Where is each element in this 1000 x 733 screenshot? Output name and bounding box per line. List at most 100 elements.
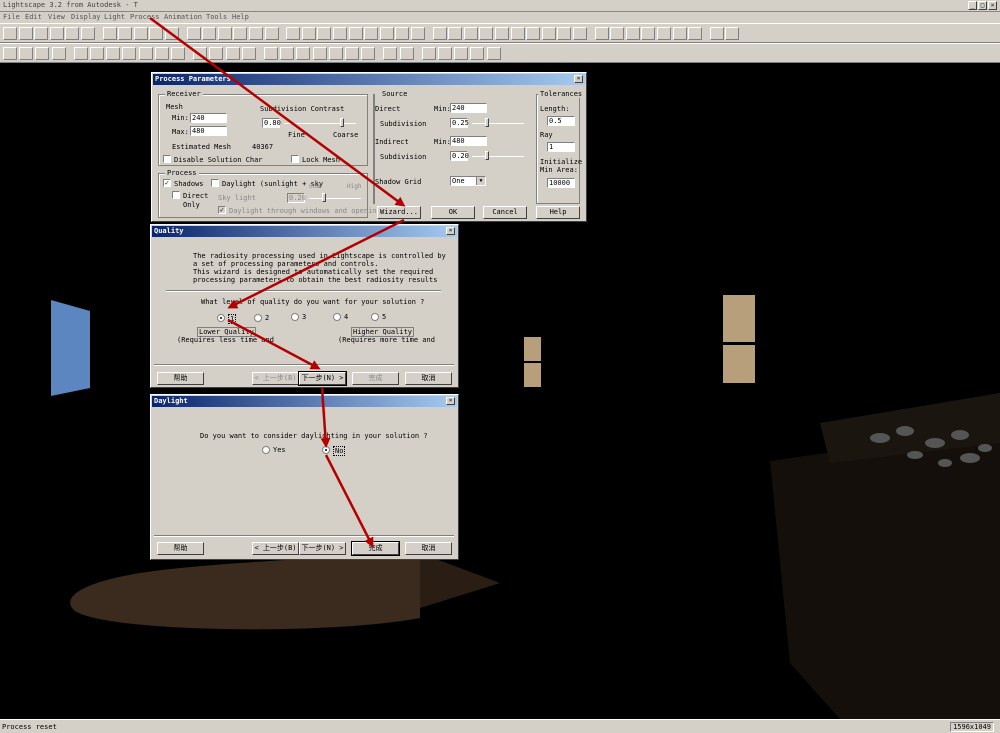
daylight-yes-radio[interactable] [262,446,270,454]
daylight-help-button[interactable]: 帮助 [157,542,204,555]
c7-icon[interactable] [249,27,263,40]
daylight-finish-button[interactable]: 完成 [351,541,400,556]
menu-light[interactable]: Light [104,13,125,21]
shadows-checkbox[interactable]: ✓ [163,179,171,187]
zoomw-icon[interactable] [317,27,332,40]
sky-light-input[interactable]: 0.20 [287,193,306,203]
indirect-subdivision-thumb[interactable] [485,151,489,160]
wizard-button[interactable]: Wizard... [377,206,421,219]
copy-icon[interactable] [625,27,640,40]
minimize-button[interactable]: _ [968,1,977,10]
bulb-icon[interactable] [573,27,587,40]
daylight-cancel-button[interactable]: 取消 [405,542,452,555]
zoom-icon[interactable] [286,27,301,40]
sphere-icon[interactable] [510,27,525,40]
globe-icon[interactable] [709,27,724,40]
subdivision-contrast-input[interactable]: 0.80 [262,118,281,128]
c5-icon[interactable] [217,27,232,40]
help-icon[interactable] [81,27,95,40]
maximize-button[interactable]: □ [978,1,987,10]
ray-input[interactable]: 1 [547,142,575,152]
zoomx-icon[interactable] [301,27,316,40]
query-icon[interactable] [102,27,117,40]
quality-next-button[interactable]: 下一步(N) > [298,371,347,386]
direct-min-input[interactable]: 240 [450,103,487,113]
sub-icon[interactable] [51,47,66,60]
cam2-icon[interactable] [725,27,740,40]
m5-icon[interactable] [486,47,501,60]
dot-icon[interactable] [495,27,509,40]
quality-level-2-radio[interactable] [254,314,262,322]
layers-icon[interactable] [610,27,625,40]
daylight-dialog-close-button[interactable]: × [446,397,455,405]
open-icon[interactable] [18,27,33,40]
scale-icon[interactable] [122,47,137,60]
r1-icon[interactable] [383,47,398,60]
mesh-min-input[interactable]: 240 [190,113,227,123]
wire-icon[interactable] [264,27,279,40]
menu-view[interactable]: View [48,13,65,21]
stack-icon[interactable] [657,27,671,40]
plus-icon[interactable] [193,47,208,60]
orbit2-icon[interactable] [225,47,240,60]
XY-icon[interactable] [312,47,327,60]
sky-light-thumb[interactable] [322,193,326,202]
quality-help-button[interactable]: 帮助 [157,372,204,385]
orbit-icon[interactable] [348,27,363,40]
run-icon[interactable] [557,27,572,40]
select-icon[interactable] [19,47,34,60]
mirror-icon[interactable] [154,47,169,60]
ok-button[interactable]: OK [431,206,475,219]
menu-file[interactable]: File [3,13,20,21]
c4-icon[interactable] [202,27,217,40]
length-input[interactable]: 0.5 [547,116,575,126]
rot-icon[interactable] [138,47,153,60]
shadow-grid-select[interactable]: One ▼ [450,176,486,186]
tilt-icon[interactable] [448,27,463,40]
person-icon[interactable] [209,47,224,60]
indirect-subdivision-slider[interactable] [472,156,524,157]
daylight-checkbox[interactable] [211,179,219,187]
glass-icon[interactable] [688,27,703,40]
rotate-icon[interactable] [479,27,494,40]
circle-icon[interactable] [526,27,541,40]
indirect-subdivision-input[interactable]: 0.20 [450,151,469,161]
m4-icon[interactable] [470,47,485,60]
init-min-area-input[interactable]: 10000 [547,178,575,188]
trans-icon[interactable] [106,47,121,60]
reset-icon[interactable] [432,27,447,40]
dolly-icon[interactable] [411,27,425,40]
m1-icon[interactable] [421,47,436,60]
solid-icon[interactable] [594,27,609,40]
cube-icon[interactable] [541,27,556,40]
c3-icon[interactable] [186,27,201,40]
quality-level-1-radio[interactable] [217,314,225,322]
save-icon[interactable] [34,27,49,40]
direct-subdivision-slider[interactable] [472,123,524,124]
direct-subdivision-thumb[interactable] [485,118,489,127]
mesh-max-input[interactable]: 480 [190,126,227,136]
quality-back-button[interactable]: < 上一步(B) [252,372,299,385]
menu-animation[interactable]: Animation [164,13,202,21]
vis-icon[interactable] [73,47,88,60]
disable-solution-checkbox[interactable] [163,155,171,163]
quality-finish-button[interactable]: 完成 [352,372,399,385]
daylight-back-button[interactable]: < 上一步(B) [252,542,299,555]
quality-level-4-radio[interactable] [333,313,341,321]
menu-display[interactable]: Display [71,13,101,21]
menu-help[interactable]: Help [232,13,249,21]
r2-icon[interactable] [399,47,414,60]
close-button[interactable]: × [988,1,997,10]
hid-icon[interactable] [90,47,104,60]
daylight-next-button[interactable]: 下一步(N) > [299,542,346,555]
lock-mesh-checkbox[interactable] [291,155,299,163]
quality-dialog-close-button[interactable]: × [446,227,455,235]
undo-icon[interactable] [49,27,64,40]
AH-icon[interactable] [361,47,376,60]
X-icon[interactable] [264,47,278,60]
process-dialog-close-button[interactable]: × [574,75,583,83]
rot2-icon[interactable] [241,47,256,60]
cancel-button[interactable]: Cancel [483,206,527,219]
Y-icon[interactable] [280,47,295,60]
m2-icon[interactable] [438,47,452,60]
